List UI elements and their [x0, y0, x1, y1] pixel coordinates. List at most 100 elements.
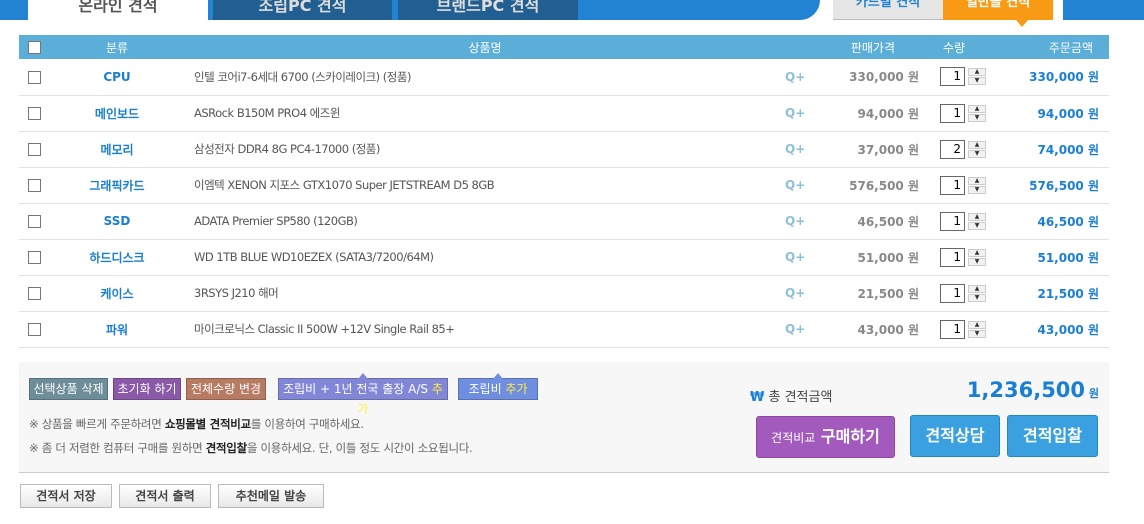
header-category: 분류	[105, 40, 129, 55]
quantity-input[interactable]: 1	[940, 67, 965, 87]
send-recommend-mail-button[interactable]: 추천메일 발송	[218, 484, 324, 508]
row-price: 43,000 원	[857, 322, 919, 337]
row-total: 74,000 원	[1037, 142, 1099, 157]
qty-up-icon[interactable]: ▲	[968, 140, 986, 149]
row-checkbox[interactable]	[28, 215, 41, 228]
qty-down-icon[interactable]: ▼	[968, 149, 986, 158]
qty-down-icon[interactable]: ▼	[968, 293, 986, 302]
row-category[interactable]: 그래픽카드	[49, 167, 185, 203]
save-estimate-button[interactable]: 견적서 저장	[20, 484, 112, 508]
delete-selected-button[interactable]: 선택상품 삭제	[29, 378, 108, 400]
header-name: 상품명	[468, 40, 502, 55]
quantity-stepper[interactable]: 1 ▲ ▼	[940, 175, 986, 195]
quantity-input[interactable]: 1	[940, 247, 965, 267]
zoom-plus-icon[interactable]: Q+	[785, 311, 809, 347]
zoom-plus-icon[interactable]: Q+	[785, 131, 809, 167]
note-bid: ※ 좀 더 저렴한 컴퓨터 구매를 원하면 견적입찰을 이용하세요. 단, 이틀…	[29, 441, 473, 455]
row-product-name[interactable]: ASRock B150M PRO4 에즈윈	[185, 95, 785, 131]
add-assembly-button[interactable]: 조립비 추가	[458, 373, 538, 400]
row-category[interactable]: CPU	[49, 59, 185, 95]
quantity-stepper[interactable]: 1 ▲ ▼	[940, 319, 986, 339]
row-category[interactable]: SSD	[49, 203, 185, 239]
reset-button[interactable]: 초기화 하기	[113, 378, 181, 400]
row-price: 46,500 원	[857, 214, 919, 229]
row-product-name[interactable]: 이엠텍 XENON 지포스 GTX1070 Super JETSTREAM D5…	[185, 167, 785, 203]
zoom-plus-icon[interactable]: Q+	[785, 59, 809, 95]
zoom-plus-icon[interactable]: Q+	[785, 239, 809, 275]
table-row: CPU 인텔 코어i7-6세대 6700 (스카이레이크) (정품) Q+ 33…	[19, 59, 1109, 95]
won-icon: ₩	[750, 390, 765, 405]
qty-up-icon[interactable]: ▲	[968, 284, 986, 293]
table-row: 메모리 삼성전자 DDR4 8G PC4-17000 (정품) Q+ 37,00…	[19, 131, 1109, 167]
select-all-checkbox[interactable]	[27, 41, 41, 54]
quantity-input[interactable]: 1	[940, 319, 965, 339]
table-header: 분류 상품명 판매가격 수량 주문금액	[19, 35, 1109, 59]
add-assembly-as-button[interactable]: 조립비 + 1년 전국 출장 A/S 추가	[278, 373, 448, 416]
row-checkbox[interactable]	[28, 179, 41, 192]
qty-up-icon[interactable]: ▲	[968, 104, 986, 113]
qty-up-icon[interactable]: ▲	[968, 176, 986, 185]
change-all-qty-button[interactable]: 전체수량 변경	[186, 378, 266, 400]
quantity-input[interactable]: 1	[940, 283, 965, 303]
row-total: 330,000 원	[1029, 70, 1099, 85]
tab-brand-pc[interactable]: 브랜드PC 견적	[398, 0, 578, 20]
quantity-stepper[interactable]: 1 ▲ ▼	[940, 283, 986, 303]
quantity-stepper[interactable]: 1 ▲ ▼	[940, 67, 986, 87]
table-row: 케이스 3RSYS J210 해머 Q+ 21,500 원 1 ▲ ▼ 21,500…	[19, 275, 1109, 311]
row-product-name[interactable]: 인텔 코어i7-6세대 6700 (스카이레이크) (정품)	[185, 59, 785, 95]
row-category[interactable]: 메모리	[49, 131, 185, 167]
row-category[interactable]: 파워	[49, 311, 185, 347]
qty-down-icon[interactable]: ▼	[968, 329, 986, 338]
zoom-plus-icon[interactable]: Q+	[785, 95, 809, 131]
quantity-stepper[interactable]: 2 ▲ ▼	[940, 139, 986, 159]
qty-up-icon[interactable]: ▲	[968, 68, 986, 77]
qty-down-icon[interactable]: ▼	[968, 113, 986, 122]
tab-card-estimate[interactable]: 카드별 견적	[833, 0, 943, 20]
compare-buy-button[interactable]: 견적비교 구매하기	[756, 416, 895, 458]
quantity-input[interactable]: 1	[940, 211, 965, 231]
row-checkbox[interactable]	[28, 251, 41, 264]
quantity-stepper[interactable]: 1 ▲ ▼	[940, 211, 986, 231]
row-product-name[interactable]: ADATA Premier SP580 (120GB)	[185, 203, 785, 239]
row-product-name[interactable]: WD 1TB BLUE WD10EZEX (SATA3/7200/64M)	[185, 239, 785, 275]
tab-general-mall-estimate[interactable]: 일반몰 견적	[943, 0, 1053, 20]
row-category[interactable]: 하드디스크	[49, 239, 185, 275]
tab-online-estimate[interactable]: 온라인 견적	[28, 0, 208, 20]
quantity-stepper[interactable]: 1 ▲ ▼	[940, 103, 986, 123]
qty-down-icon[interactable]: ▼	[968, 185, 986, 194]
tab-assembled-pc[interactable]: 조립PC 견적	[213, 0, 392, 20]
row-checkbox[interactable]	[28, 107, 41, 120]
row-checkbox[interactable]	[28, 143, 41, 156]
row-product-name[interactable]: 3RSYS J210 해머	[185, 275, 785, 311]
quantity-input[interactable]: 2	[940, 139, 965, 159]
print-estimate-button[interactable]: 견적서 출력	[119, 484, 211, 508]
zoom-plus-icon[interactable]: Q+	[785, 275, 809, 311]
qty-up-icon[interactable]: ▲	[968, 248, 986, 257]
row-checkbox[interactable]	[28, 70, 41, 84]
row-checkbox[interactable]	[28, 323, 41, 336]
row-category[interactable]: 케이스	[49, 275, 185, 311]
row-checkbox[interactable]	[28, 287, 41, 300]
qty-down-icon[interactable]: ▼	[968, 77, 986, 86]
row-product-name[interactable]: 마이크로닉스 Classic II 500W +12V Single Rail …	[185, 311, 785, 347]
quantity-input[interactable]: 1	[940, 175, 965, 195]
table-row: 메인보드 ASRock B150M PRO4 에즈윈 Q+ 94,000 원 1…	[19, 95, 1109, 131]
zoom-plus-icon[interactable]: Q+	[785, 203, 809, 239]
quantity-stepper[interactable]: 1 ▲ ▼	[940, 247, 986, 267]
qty-up-icon[interactable]: ▲	[968, 320, 986, 329]
row-price: 330,000 원	[849, 70, 919, 85]
total-amount: 1,236,500 원	[966, 378, 1099, 402]
consult-button[interactable]: 견적상담	[910, 415, 1000, 457]
row-price: 21,500 원	[857, 286, 919, 301]
qty-up-icon[interactable]: ▲	[968, 212, 986, 221]
zoom-plus-icon[interactable]: Q+	[785, 167, 809, 203]
row-total: 21,500 원	[1037, 286, 1099, 301]
row-total: 576,500 원	[1029, 178, 1099, 193]
quantity-input[interactable]: 1	[940, 103, 965, 123]
row-category[interactable]: 메인보드	[49, 95, 185, 131]
bid-button[interactable]: 견적입찰	[1007, 415, 1098, 457]
table-row: 하드디스크 WD 1TB BLUE WD10EZEX (SATA3/7200/6…	[19, 239, 1109, 275]
qty-down-icon[interactable]: ▼	[968, 257, 986, 266]
qty-down-icon[interactable]: ▼	[968, 221, 986, 230]
row-product-name[interactable]: 삼성전자 DDR4 8G PC4-17000 (정품)	[185, 131, 785, 167]
